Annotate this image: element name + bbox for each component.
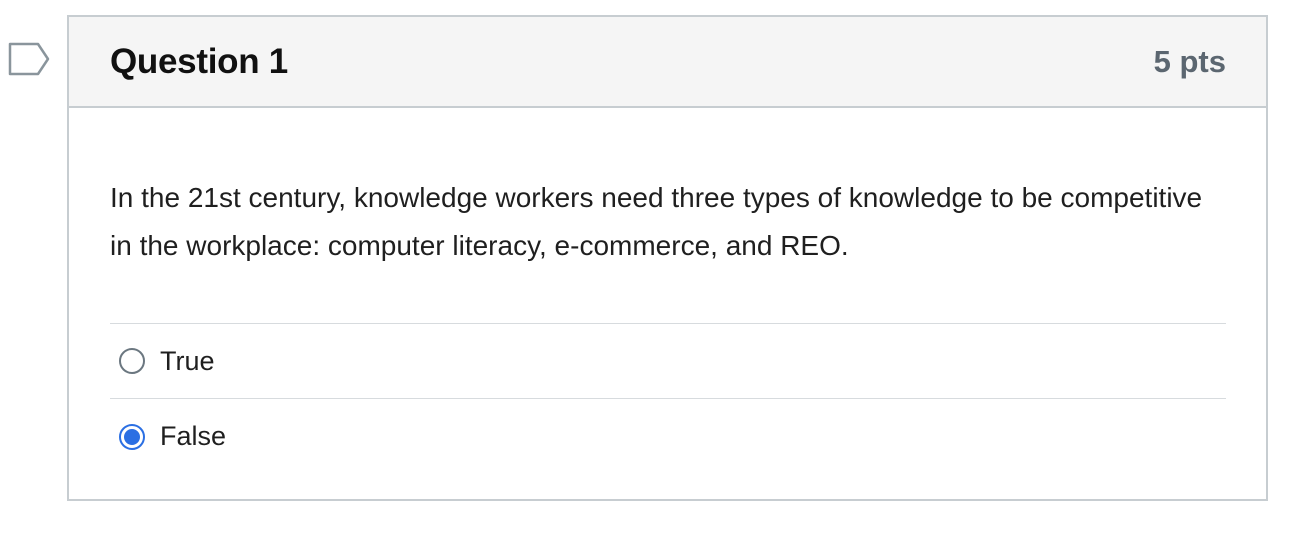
question-card: Question 1 5 pts In the 21st century, kn… [67, 15, 1268, 501]
radio-button-true[interactable] [119, 348, 145, 374]
answer-label-false[interactable]: False [160, 421, 226, 452]
radio-button-false[interactable] [119, 423, 145, 450]
question-body: In the 21st century, knowledge workers n… [69, 174, 1266, 474]
answer-option-false[interactable]: False [110, 399, 1226, 474]
question-text: In the 21st century, knowledge workers n… [110, 182, 1203, 261]
question-header: Question 1 5 pts [69, 17, 1266, 108]
question-title: Question 1 [110, 41, 288, 81]
answer-label-true[interactable]: True [160, 346, 215, 377]
question-points: 5 pts [1153, 43, 1226, 79]
answer-list: True False [110, 323, 1226, 474]
flag-outline-icon [8, 42, 50, 76]
quiz-page: Question 1 5 pts In the 21st century, kn… [0, 0, 1305, 534]
answer-option-true[interactable]: True [110, 324, 1226, 399]
flag-question-icon[interactable] [8, 42, 50, 76]
